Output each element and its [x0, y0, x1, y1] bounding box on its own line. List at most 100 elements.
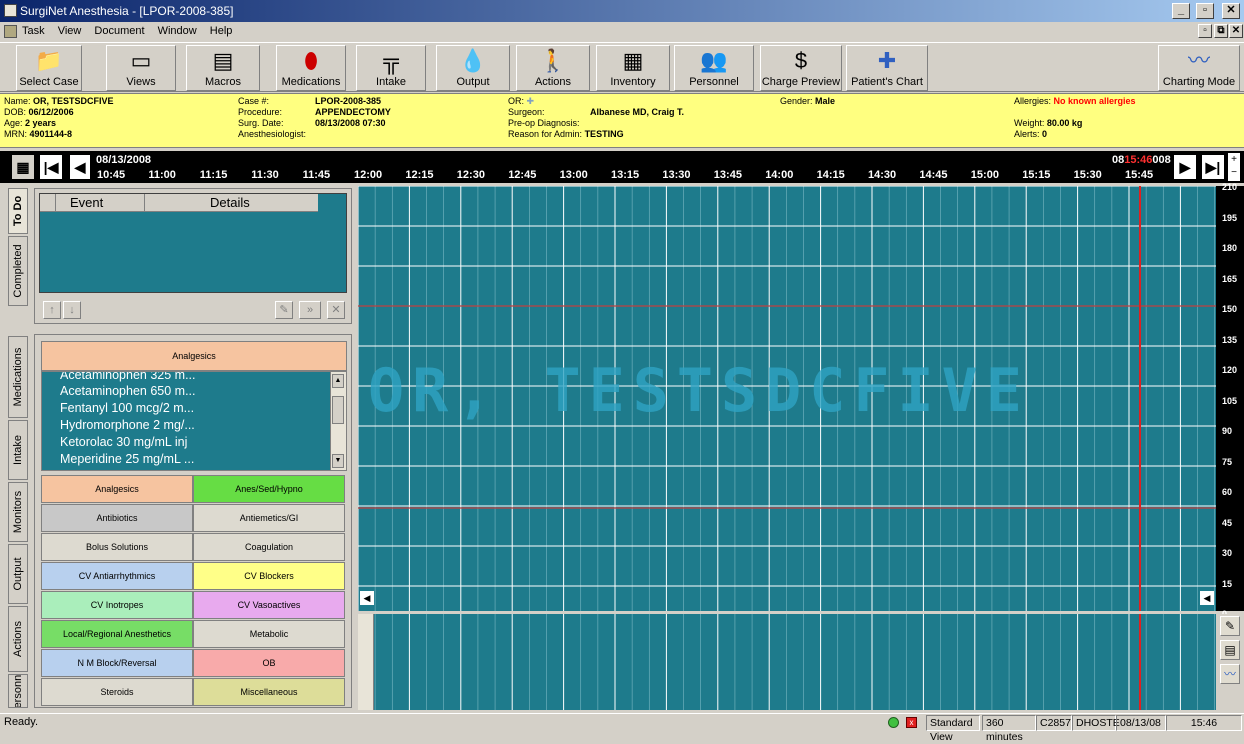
tab-completed[interactable]: Completed [8, 236, 28, 306]
patients-chart-button[interactable]: ✚ Patient's Chart [846, 45, 928, 91]
category-button[interactable]: Miscellaneous [193, 678, 345, 706]
menu-bar: Task View Document Window Help [0, 22, 1244, 41]
surg-date-value: 08/13/2008 07:30 [315, 118, 386, 128]
category-button[interactable]: Antiemetics/GI [193, 504, 345, 532]
forward-button[interactable]: » [299, 301, 321, 319]
time-label: 14:00 [765, 169, 794, 181]
mdi-restore2-button[interactable]: ⧉ [1214, 24, 1228, 38]
y-tick-label: 165 [1222, 273, 1238, 284]
inventory-button[interactable]: ▦ Inventory [596, 45, 670, 91]
menu-help[interactable]: Help [210, 25, 233, 37]
waveform-icon-small[interactable]: 〰 [1220, 664, 1240, 684]
col-details[interactable]: Details [210, 194, 250, 212]
views-button[interactable]: ▭ Views [106, 45, 176, 91]
last-page-button[interactable]: ▶| [1202, 155, 1224, 179]
connection-ok-icon [888, 717, 899, 728]
select-case-button[interactable]: 📁 Select Case [16, 45, 82, 91]
surgeon-label: Surgeon: [508, 107, 545, 117]
tab-todo[interactable]: To Do [8, 188, 28, 234]
note-icon[interactable]: ✎ [1220, 616, 1240, 636]
actions-button[interactable]: 🚶 Actions [516, 45, 590, 91]
medication-scrollbar[interactable]: ▲ ▼ [330, 372, 346, 470]
tab-personnel[interactable]: Personnel [8, 674, 28, 708]
move-up-button[interactable]: ↑ [43, 301, 61, 319]
tab-actions[interactable]: Actions [8, 606, 28, 672]
close-button[interactable]: ✕ [1222, 3, 1240, 19]
intake-button[interactable]: ╦ Intake [356, 45, 426, 91]
scroll-left-button-right[interactable]: ◀ [1200, 591, 1214, 605]
category-button[interactable]: CV Antiarrhythmics [41, 562, 193, 590]
menu-task[interactable]: Task [22, 25, 45, 37]
personnel-button[interactable]: 👥 Personnel [674, 45, 754, 91]
calendar-icon[interactable]: ▦ [12, 155, 34, 179]
mdi-restore-button[interactable]: ▫ [1198, 24, 1212, 38]
menu-window[interactable]: Window [158, 25, 197, 37]
macros-icon-small[interactable]: ▤ [1220, 640, 1240, 660]
macros-button[interactable]: ▤ Macros [186, 45, 260, 91]
charting-mode-button[interactable]: 〰 Charting Mode [1158, 45, 1240, 91]
vitals-chart[interactable]: OR, TESTSDCFIVE ◀ ◀ [358, 186, 1216, 611]
tab-output[interactable]: Output [8, 544, 28, 604]
medications-button[interactable]: ⬮ Medications [276, 45, 346, 91]
mdi-close-button[interactable]: ✕ [1229, 24, 1243, 38]
timeline-bar: ▦ |◀ ◀ 08/13/2008 10:45 11:00 11:15 11:30 11… [0, 151, 1244, 183]
list-item[interactable]: Meperidine 25 mg/mL ... [60, 452, 194, 466]
time-label: 13:00 [559, 169, 588, 181]
list-item[interactable]: Fentanyl 100 mcg/2 m... [60, 401, 194, 415]
time-label: 11:00 [148, 169, 176, 181]
category-button[interactable]: Anes/Sed/Hypno [193, 475, 345, 503]
first-page-button[interactable]: |◀ [40, 155, 62, 179]
tab-medications[interactable]: Medications [8, 336, 28, 418]
time-label: 15:15 [1022, 169, 1051, 181]
scroll-down-arrow: ▼ [332, 454, 344, 468]
move-down-button[interactable]: ↓ [63, 301, 81, 319]
col-event[interactable]: Event [70, 194, 103, 212]
todo-grid[interactable]: Event Details [39, 193, 347, 293]
or-row: OR: ✚ [508, 96, 535, 106]
menu-document[interactable]: Document [94, 25, 144, 37]
category-button[interactable]: Metabolic [193, 620, 345, 648]
lower-chart-scrollbar[interactable] [358, 614, 374, 710]
list-item[interactable]: Acetaminophen 325 m... [60, 372, 196, 382]
maximize-button[interactable]: ▫ [1196, 3, 1214, 19]
next-page-button[interactable]: ▶ [1174, 155, 1196, 179]
zoom-spinner[interactable]: + − [1228, 153, 1240, 181]
medication-list[interactable]: Acetaminophen 325 m... Acetaminophen 650… [41, 371, 347, 471]
charge-preview-button[interactable]: $ Charge Preview [760, 45, 842, 91]
time-label: 13:45 [713, 169, 742, 181]
chart-icon: ✚ [877, 48, 897, 73]
tab-intake[interactable]: Intake [8, 420, 28, 480]
list-item[interactable]: Acetaminophen 650 m... [60, 384, 196, 398]
category-button[interactable]: CV Vasoactives [193, 591, 345, 619]
menu-view[interactable]: View [58, 25, 82, 37]
category-button[interactable]: Bolus Solutions [41, 533, 193, 561]
category-button[interactable]: Analgesics [41, 475, 193, 503]
tab-monitors[interactable]: Monitors [8, 482, 28, 542]
minimize-button[interactable]: _ [1172, 3, 1190, 19]
list-item[interactable]: Ketorolac 30 mg/mL inj [60, 435, 187, 449]
category-button[interactable]: OB [193, 649, 345, 677]
scroll-left-button[interactable]: ◀ [360, 591, 374, 605]
scroll-thumb [332, 396, 344, 424]
current-time: 15:46 [1124, 154, 1153, 166]
category-button[interactable]: Antibiotics [41, 504, 193, 532]
y-tick-label: 45 [1222, 517, 1233, 528]
edit-button[interactable]: ✎ [275, 301, 293, 319]
category-button[interactable]: CV Inotropes [41, 591, 193, 619]
list-item[interactable]: Hydromorphone 2 mg/... [60, 418, 195, 432]
patient-age-row: Age: 2 years [4, 118, 57, 128]
lower-chart[interactable] [358, 614, 1216, 710]
delete-button[interactable]: ✕ [327, 301, 345, 319]
category-button[interactable]: Local/Regional Anesthetics [41, 620, 193, 648]
status-text: Ready. [4, 716, 39, 728]
prev-page-button[interactable]: ◀ [70, 155, 90, 179]
category-button[interactable]: N M Block/Reversal [41, 649, 193, 677]
status-bar: Ready. x Standard View 360 minutes C2857… [0, 713, 1244, 743]
y-tick-label: 150 [1222, 304, 1238, 314]
procedure-value: APPENDECTOMY [315, 107, 391, 117]
output-button[interactable]: 💧 Output [436, 45, 510, 91]
y-tick-label: 60 [1222, 487, 1233, 497]
category-button[interactable]: Coagulation [193, 533, 345, 561]
category-button[interactable]: CV Blockers [193, 562, 345, 590]
category-button[interactable]: Steroids [41, 678, 193, 706]
